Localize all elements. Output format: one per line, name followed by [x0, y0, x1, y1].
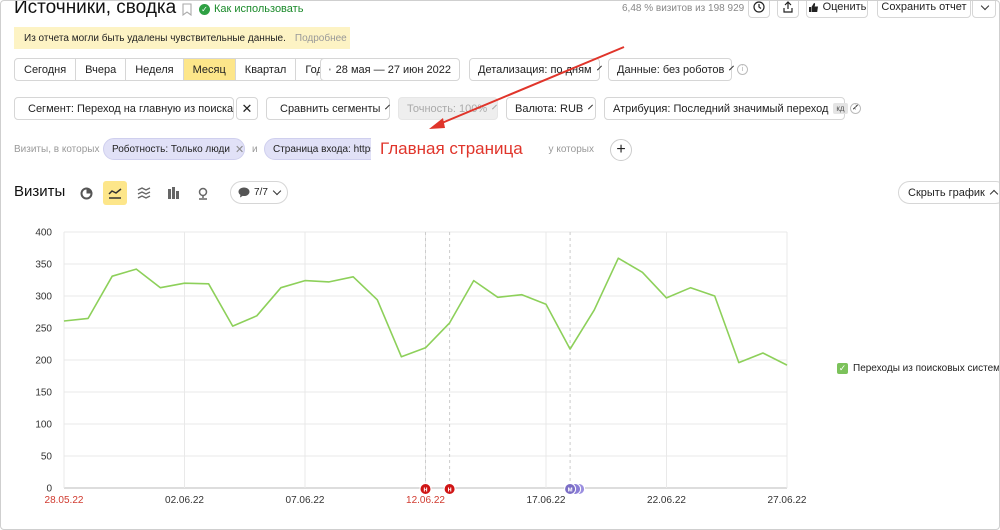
x-tick-label: 17.06.22 [527, 495, 566, 506]
y-tick-label: 0 [46, 484, 52, 495]
marker-label: н [423, 487, 427, 494]
y-tick-label: 350 [35, 260, 52, 271]
legend-label: Переходы из поисковых систем [853, 363, 1000, 374]
y-tick-label: 200 [35, 356, 52, 367]
annotation-label: Главная страница [371, 132, 547, 166]
segment-label: Сегмент: Переход на главную из поиска [28, 102, 234, 115]
x-tick-label: 07.06.22 [286, 495, 325, 506]
thumb-up-icon [808, 2, 818, 12]
chevron-down-icon [385, 104, 391, 110]
comments-count: 7/7 [254, 187, 268, 198]
check-circle-icon: ✓ [199, 3, 210, 15]
chart-grid [63, 231, 788, 489]
attribution-dropdown[interactable]: Атрибуция: Последний значимый переход кд [604, 97, 858, 120]
bar-chart-icon[interactable] [161, 181, 185, 205]
period-yesterday[interactable]: Вчера [76, 59, 127, 80]
attribution-badge: кд [833, 103, 848, 114]
segment-dropdown[interactable]: Сегмент: Переход на главную из поиска [14, 97, 244, 120]
chevron-down-icon [980, 1, 990, 10]
period-selector: Сегодня Вчера Неделя Месяц Квартал Год [14, 58, 333, 81]
attribution-label: Атрибуция: Последний значимый переход [613, 102, 829, 115]
chart-legend[interactable]: ✓ Переходы из поисковых систем [837, 363, 1000, 374]
data-label: Данные: без роботов [617, 63, 725, 76]
save-report-label: Сохранить отчет [881, 1, 967, 13]
filter-chip-entry-page[interactable]: Страница входа: https [264, 138, 384, 160]
add-filter-button[interactable]: + [610, 139, 632, 161]
map-marker-icon[interactable] [191, 181, 215, 205]
marker-label: н [447, 487, 451, 494]
y-tick-label: 100 [35, 420, 52, 431]
info-icon[interactable]: i [850, 103, 861, 114]
share-icon [783, 1, 793, 13]
y-tick-label: 300 [35, 292, 52, 303]
x-tick-label: 28.05.22 [45, 495, 84, 506]
speech-bubble-icon [238, 187, 250, 198]
filter-chip-robots[interactable]: Роботность: Только люди ✕ [103, 138, 245, 160]
save-report-button[interactable]: Сохранить отчет [877, 1, 971, 18]
comments-button[interactable]: 7/7 [230, 181, 288, 204]
rate-label: Оценить [822, 1, 867, 13]
filter-and: и [252, 144, 258, 155]
period-today[interactable]: Сегодня [15, 59, 77, 80]
chevron-down-icon [729, 65, 735, 71]
compare-segments-button[interactable]: Сравнить сегменты [266, 97, 391, 120]
notice-more-link[interactable]: Подробнее [295, 33, 347, 44]
save-options-button[interactable] [972, 1, 996, 18]
close-icon: ✕ [241, 100, 253, 116]
y-axis: 0 50 100 150 200 250 300 350 400 [35, 228, 52, 495]
info-icon[interactable]: i [737, 64, 748, 75]
hide-graph-label: Скрыть график [908, 186, 985, 199]
x-tick-label: 02.06.22 [165, 495, 204, 506]
chart-title: Визиты [14, 183, 66, 200]
y-tick-label: 400 [35, 228, 52, 239]
x-tick-label: 22.06.22 [647, 495, 686, 506]
calendar-icon [329, 68, 331, 71]
x-axis: 28.05.22 02.06.22 07.06.22 12.06.22 17.06.22… [45, 495, 807, 506]
report-page: Источники, сводка ✓ Как использовать 6,4… [0, 0, 1000, 530]
how-to-use-link[interactable]: ✓ Как использовать [199, 3, 303, 15]
filter-chip-label: Страница входа: https [273, 143, 376, 155]
y-tick-label: 50 [41, 452, 53, 463]
y-tick-label: 250 [35, 324, 52, 335]
clock-icon [753, 1, 765, 13]
bookmark-icon[interactable] [182, 3, 192, 16]
how-to-use-label: Как использовать [214, 3, 304, 15]
filter-prefix: Визиты, в которых [14, 144, 100, 155]
compare-label: Сравнить сегменты [280, 102, 381, 115]
y-tick-label: 150 [35, 388, 52, 399]
filter-suffix: , у которых [543, 144, 594, 155]
marker-label: м [568, 487, 573, 494]
chevron-up-icon [989, 189, 999, 199]
period-quarter[interactable]: Квартал [236, 59, 297, 80]
export-button[interactable] [777, 1, 799, 18]
visits-share-text: 6,48 % визитов из 198 929 [622, 3, 745, 14]
period-week[interactable]: Неделя [126, 59, 184, 80]
visits-line-chart: 0 50 100 150 200 250 300 350 400 28.05.22 02.06.2… [35, 228, 807, 507]
remove-segment-button[interactable]: ✕ [236, 97, 258, 120]
line-chart-icon[interactable] [103, 181, 127, 205]
annotation-arrow [429, 46, 625, 129]
chart-markers: ннм [419, 483, 586, 495]
filter-chip-label: Роботность: Только люди [112, 143, 230, 155]
history-button[interactable] [748, 1, 770, 18]
close-icon[interactable]: ✕ [235, 143, 244, 156]
sensitive-data-notice: Из отчета могли быть удалены чувствитель… [14, 27, 350, 49]
pie-chart-icon[interactable] [74, 181, 98, 205]
page-title: Источники, сводка [14, 0, 177, 18]
x-tick-label: 12.06.22 [406, 495, 445, 506]
hide-graph-button[interactable]: Скрыть график [898, 181, 999, 204]
stacked-area-icon[interactable] [132, 181, 156, 205]
notice-text: Из отчета могли быть удалены чувствитель… [24, 32, 286, 44]
x-tick-label: 27.06.22 [768, 495, 807, 506]
chevron-down-icon [272, 186, 282, 196]
legend-checkbox[interactable]: ✓ [837, 363, 848, 374]
period-month[interactable]: Месяц [183, 59, 236, 80]
rate-button[interactable]: Оценить [806, 1, 868, 18]
